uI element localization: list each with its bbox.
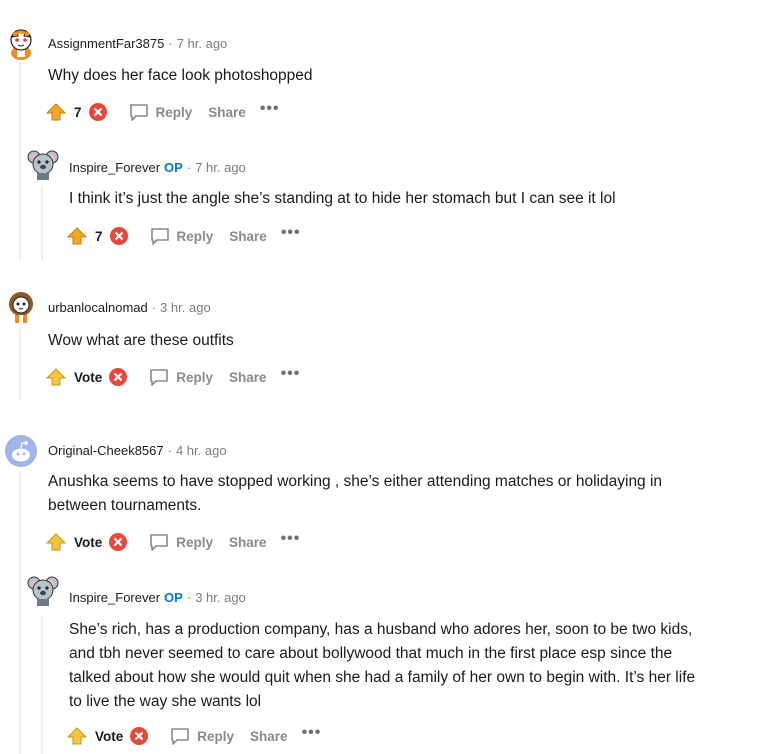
comment-body: She’s rich, has a production company, ha… [69, 618, 759, 714]
vote-label: Vote [74, 369, 103, 385]
downvote-x-icon[interactable] [109, 226, 129, 246]
avatar-koala-icon[interactable] [26, 573, 60, 607]
comment-meta: AssignmentFar3875 · 7 hr. ago [48, 36, 227, 51]
comment-actions: Vote Reply Share ••• [46, 529, 300, 555]
share-button[interactable]: Share [229, 535, 267, 550]
comment: urbanlocalnomad · 3 hr. ago Wow what are… [0, 270, 764, 400]
vote-label: Vote [74, 534, 103, 550]
downvote-x-icon[interactable] [88, 102, 108, 122]
reply-button[interactable]: Reply [128, 101, 193, 123]
op-badge: OP [164, 590, 183, 605]
comment-text-line: She’s rich, has a production company, ha… [69, 621, 693, 638]
speech-bubble-icon [171, 728, 190, 745]
author-name[interactable]: urbanlocalnomad [48, 300, 148, 315]
author-name[interactable]: Inspire_Forever [69, 160, 160, 175]
comment-actions: 7 Reply Share ••• [67, 223, 301, 249]
reply-button[interactable]: Reply [169, 725, 234, 747]
comment-meta: Inspire_Forever OP · 7 hr. ago [69, 160, 246, 175]
share-button[interactable]: Share [229, 370, 267, 385]
comment-text-line: Anushka seems to have stopped working , … [48, 473, 663, 490]
vote-group: 7 [46, 102, 108, 122]
upvote-arrow-icon[interactable] [46, 533, 66, 551]
timestamp[interactable]: 3 hr. ago [160, 300, 211, 315]
more-options-button[interactable]: ••• [281, 530, 301, 548]
vote-group: Vote [67, 726, 149, 746]
timestamp[interactable]: 4 hr. ago [176, 443, 227, 458]
more-options-button[interactable]: ••• [281, 224, 301, 242]
share-button[interactable]: Share [229, 229, 267, 244]
timestamp[interactable]: 3 hr. ago [195, 590, 246, 605]
comment-text-line: between tournaments. [48, 497, 202, 514]
comment-meta: Original-Cheek8567 · 4 hr. ago [48, 443, 227, 458]
comment-actions: Vote Reply Share ••• [46, 364, 300, 390]
comment-actions: Vote Reply Share ••• [67, 723, 321, 749]
upvote-arrow-icon[interactable] [46, 103, 66, 121]
comment-body: I think it’s just the angle she’s standi… [69, 190, 616, 207]
speech-bubble-icon [150, 228, 169, 245]
separator: · [186, 160, 192, 175]
comment-actions: 7 Reply Share ••• [46, 99, 280, 125]
comment-reply: Inspire_Forever OP · 7 hr. ago I think i… [0, 130, 764, 260]
more-options-button[interactable]: ••• [281, 365, 301, 383]
share-button[interactable]: Share [250, 729, 288, 744]
upvote-arrow-icon[interactable] [46, 368, 66, 386]
author-name[interactable]: Original-Cheek8567 [48, 443, 164, 458]
avatar-lion-icon[interactable] [4, 290, 38, 324]
separator: · [167, 443, 172, 458]
reply-button[interactable]: Reply [149, 225, 214, 247]
avatar-default-snoo-icon[interactable] [4, 434, 38, 468]
separator: · [168, 36, 173, 51]
comment-meta: urbanlocalnomad · 3 hr. ago [48, 300, 211, 315]
separator: · [186, 590, 192, 605]
timestamp[interactable]: 7 hr. ago [195, 160, 246, 175]
speech-bubble-icon [150, 369, 169, 386]
comment-reply: Inspire_Forever OP · 3 hr. ago She’s ric… [0, 562, 764, 754]
more-options-button[interactable]: ••• [302, 724, 322, 742]
reply-label: Reply [197, 728, 235, 744]
vote-count: 7 [95, 228, 103, 244]
avatar-koala-icon[interactable] [26, 147, 60, 181]
comment: AssignmentFar3875 · 7 hr. ago Why does h… [0, 0, 764, 130]
reply-label: Reply [176, 228, 214, 244]
op-badge: OP [164, 160, 183, 175]
comment-text-line: talked about how she would quit when she… [69, 669, 696, 686]
author-name[interactable]: AssignmentFar3875 [48, 36, 164, 51]
share-button[interactable]: Share [208, 105, 246, 120]
author-name[interactable]: Inspire_Forever [69, 590, 160, 605]
speech-bubble-icon [150, 534, 169, 551]
reply-label: Reply [155, 104, 193, 120]
reply-button[interactable]: Reply [148, 531, 213, 553]
comment-text-line: to live the way she wants lol [69, 693, 262, 710]
comment-body: Anushka seems to have stopped working , … [48, 470, 748, 518]
upvote-arrow-icon[interactable] [67, 727, 87, 745]
comment-body: Wow what are these outfits [48, 332, 234, 349]
timestamp[interactable]: 7 hr. ago [177, 36, 228, 51]
separator: · [151, 300, 157, 315]
vote-group: Vote [46, 367, 128, 387]
more-options-button[interactable]: ••• [260, 100, 280, 118]
vote-group: 7 [67, 226, 129, 246]
speech-bubble-icon [129, 104, 148, 121]
vote-group: Vote [46, 532, 128, 552]
downvote-x-icon[interactable] [108, 532, 128, 552]
comment-body: Why does her face look photoshopped [48, 67, 313, 84]
downvote-x-icon[interactable] [108, 367, 128, 387]
comment-text-line: and tbh never seemed to care about bolly… [69, 645, 673, 662]
downvote-x-icon[interactable] [129, 726, 149, 746]
vote-count: 7 [74, 104, 82, 120]
reply-label: Reply [176, 369, 214, 385]
comment: Original-Cheek8567 · 4 hr. ago Anushka s… [0, 412, 764, 562]
upvote-arrow-icon[interactable] [67, 227, 87, 245]
vote-label: Vote [95, 728, 124, 744]
reply-label: Reply [176, 534, 214, 550]
reply-button[interactable]: Reply [148, 366, 213, 388]
avatar-tiger-icon[interactable] [4, 27, 38, 61]
comment-meta: Inspire_Forever OP · 3 hr. ago [69, 590, 246, 605]
